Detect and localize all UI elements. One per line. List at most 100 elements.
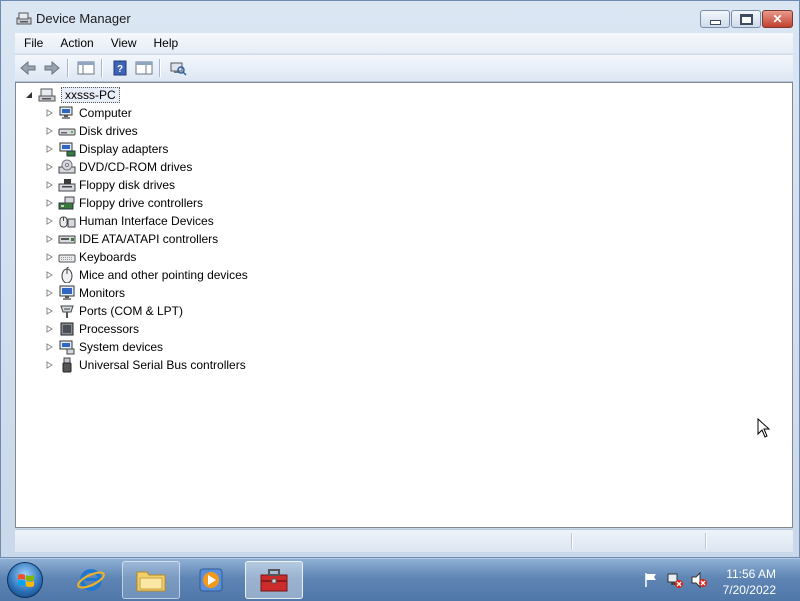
clock-time: 11:56 AM xyxy=(726,567,776,581)
ide-controller-icon xyxy=(58,231,76,247)
tree-node-label: Keyboards xyxy=(79,250,137,264)
expand-arrow-icon[interactable] xyxy=(44,212,54,230)
tree-node-label: Monitors xyxy=(79,286,126,300)
maximize-button[interactable] xyxy=(731,10,761,28)
expand-arrow-icon[interactable] xyxy=(44,266,54,284)
back-arrow-icon xyxy=(20,60,36,76)
computer-icon xyxy=(58,105,76,121)
tree-node-label: Disk drives xyxy=(79,124,138,138)
tree-node[interactable]: Keyboards xyxy=(44,248,136,266)
folder-icon xyxy=(136,571,166,592)
port-icon xyxy=(58,303,76,319)
expand-arrow-icon[interactable] xyxy=(44,248,54,266)
toolbar-separator xyxy=(159,59,161,77)
expand-arrow-icon[interactable] xyxy=(44,140,54,158)
tree-node[interactable]: IDE ATA/ATAPI controllers xyxy=(44,230,218,248)
menu-action[interactable]: Action xyxy=(51,36,101,50)
help-book-icon: ? xyxy=(113,60,127,76)
device-tree: xxsss-PC Computer Disk drives Display adap… xyxy=(15,82,793,528)
tree-node-label: Floppy drive controllers xyxy=(79,196,204,210)
taskbar-clock[interactable]: 11:56 AM 7/20/2022 xyxy=(723,566,776,598)
volume-muted-icon[interactable] xyxy=(690,571,708,589)
expand-arrow-icon[interactable] xyxy=(44,284,54,302)
tree-node[interactable]: Computer xyxy=(44,104,132,122)
properties-icon xyxy=(135,61,153,75)
console-tree-icon xyxy=(77,61,95,75)
collapse-arrow-icon[interactable] xyxy=(24,86,34,104)
device-manager-icon xyxy=(16,10,32,26)
tree-node[interactable]: Human Interface Devices xyxy=(44,212,214,230)
tree-node[interactable]: System devices xyxy=(44,338,163,356)
toolbar: ? xyxy=(15,54,793,82)
maximize-icon xyxy=(739,13,753,25)
expand-arrow-icon[interactable] xyxy=(44,104,54,122)
keyboard-icon xyxy=(58,249,76,265)
toolbar-separator xyxy=(67,59,69,77)
internet-explorer-taskbar-button[interactable] xyxy=(62,561,120,599)
action-center-flag-icon[interactable] xyxy=(642,571,660,589)
expand-arrow-icon[interactable] xyxy=(44,356,54,374)
device-manager-window: Device Manager ✕ File Action View Help ?… xyxy=(0,0,800,558)
toolbox-icon xyxy=(260,569,288,592)
usb-icon xyxy=(58,357,76,373)
status-bar xyxy=(15,529,793,552)
windows-explorer-taskbar-button[interactable] xyxy=(122,561,180,599)
floppy-controller-icon xyxy=(58,195,76,211)
computer-root-icon xyxy=(38,87,56,103)
help-button[interactable]: ? xyxy=(109,57,131,79)
tree-node[interactable]: DVD/CD-ROM drives xyxy=(44,158,192,176)
network-disconnected-icon[interactable] xyxy=(666,571,684,589)
tree-node[interactable]: Disk drives xyxy=(44,122,138,140)
internet-explorer-icon xyxy=(77,569,105,591)
title-bar[interactable]: Device Manager ✕ xyxy=(1,1,799,33)
back-button[interactable] xyxy=(17,57,39,79)
window-title: Device Manager xyxy=(36,11,131,26)
status-divider xyxy=(571,533,573,549)
tree-node[interactable]: Floppy disk drives xyxy=(44,176,175,194)
tree-node-label: System devices xyxy=(79,340,164,354)
tree-node[interactable]: Processors xyxy=(44,320,139,338)
menu-bar: File Action View Help xyxy=(15,33,793,53)
toolbar-separator xyxy=(101,59,103,77)
floppy-disk-icon xyxy=(58,177,76,193)
minimize-icon xyxy=(709,19,721,25)
tree-node[interactable]: Floppy drive controllers xyxy=(44,194,203,212)
tree-node[interactable]: Mice and other pointing devices xyxy=(44,266,248,284)
forward-button[interactable] xyxy=(41,57,63,79)
close-button[interactable]: ✕ xyxy=(762,10,793,28)
start-button[interactable] xyxy=(7,562,43,598)
expand-arrow-icon[interactable] xyxy=(44,176,54,194)
media-player-taskbar-button[interactable] xyxy=(182,561,240,599)
expand-arrow-icon[interactable] xyxy=(44,320,54,338)
tree-root[interactable]: xxsss-PC xyxy=(24,86,120,104)
media-player-icon xyxy=(199,568,223,592)
tree-node[interactable]: Display adapters xyxy=(44,140,168,158)
mouse-icon xyxy=(58,267,76,283)
windows-logo-icon xyxy=(18,574,34,587)
expand-arrow-icon[interactable] xyxy=(44,194,54,212)
properties-button[interactable] xyxy=(133,57,155,79)
minimize-button[interactable] xyxy=(700,10,730,28)
menu-view[interactable]: View xyxy=(102,36,145,50)
show-hide-console-tree-button[interactable] xyxy=(75,57,97,79)
tree-node-label: Ports (COM & LPT) xyxy=(79,304,184,318)
tree-node[interactable]: Universal Serial Bus controllers xyxy=(44,356,246,374)
tree-node-label: Universal Serial Bus controllers xyxy=(79,358,246,372)
expand-arrow-icon[interactable] xyxy=(44,158,54,176)
expand-arrow-icon[interactable] xyxy=(44,122,54,140)
scan-hardware-changes-button[interactable] xyxy=(167,57,189,79)
tree-node-label: Mice and other pointing devices xyxy=(79,268,248,282)
menu-file[interactable]: File xyxy=(15,36,51,50)
scan-hardware-icon xyxy=(170,62,187,76)
expand-arrow-icon[interactable] xyxy=(44,302,54,320)
device-manager-taskbar-button[interactable] xyxy=(245,561,303,599)
tree-node[interactable]: Monitors xyxy=(44,284,125,302)
expand-arrow-icon[interactable] xyxy=(44,338,54,356)
tree-node-label: Floppy disk drives xyxy=(79,178,176,192)
dvd-drive-icon xyxy=(58,159,76,175)
menu-help[interactable]: Help xyxy=(145,36,187,50)
tree-node[interactable]: Ports (COM & LPT) xyxy=(44,302,183,320)
status-divider xyxy=(705,533,707,549)
expand-arrow-icon[interactable] xyxy=(44,230,54,248)
tree-node-label: IDE ATA/ATAPI controllers xyxy=(79,232,219,246)
